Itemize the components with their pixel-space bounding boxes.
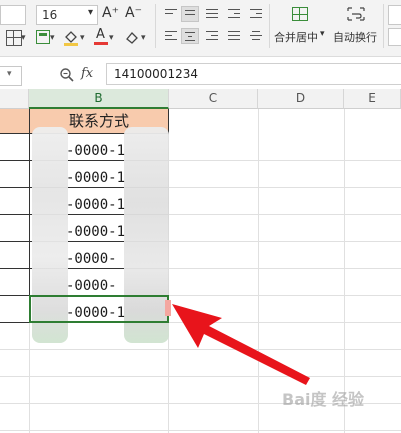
- grid-line: [0, 430, 401, 431]
- number-format-dropdown[interactable]: [388, 5, 401, 25]
- name-box[interactable]: ▾: [0, 66, 22, 86]
- contact-cell[interactable]: -0000-: [66, 251, 117, 267]
- selected-cell[interactable]: [29, 295, 169, 323]
- chevron-down-icon: ▾: [320, 29, 325, 39]
- font-size-dropdown[interactable]: 16 ▾: [36, 5, 98, 25]
- watermark: Bai度 经验: [282, 390, 365, 409]
- decrease-font-size-icon[interactable]: A⁻: [125, 5, 142, 21]
- ribbon-separator: [383, 4, 384, 48]
- formula-value: 14100001234: [114, 67, 198, 81]
- merge-cells-icon: [292, 7, 308, 21]
- chevron-down-icon[interactable]: ▾: [141, 30, 146, 46]
- distributed-icon[interactable]: [247, 28, 265, 44]
- chevron-down-icon: ▾: [87, 7, 93, 18]
- font-size-value: 16: [42, 8, 58, 22]
- increase-font-size-icon[interactable]: A⁺: [102, 5, 119, 21]
- align-top-icon[interactable]: [162, 6, 180, 22]
- justify-icon[interactable]: [225, 28, 243, 44]
- borders-icon[interactable]: [6, 30, 22, 46]
- align-bottom-icon[interactable]: [203, 6, 221, 22]
- chevron-down-icon[interactable]: ▾: [80, 30, 85, 46]
- column-header-c[interactable]: C: [169, 89, 258, 109]
- zoom-icon[interactable]: [59, 67, 75, 83]
- column-header-a[interactable]: [0, 89, 29, 109]
- contact-cell[interactable]: -0000-: [66, 278, 117, 294]
- table-border: [29, 109, 30, 323]
- contact-cell[interactable]: -0000-1: [66, 224, 125, 240]
- align-center-icon[interactable]: [181, 28, 199, 44]
- fx-label[interactable]: fx: [81, 66, 93, 81]
- font-name-dropdown[interactable]: [0, 5, 26, 25]
- outdent-icon[interactable]: [247, 6, 265, 22]
- column-header-d[interactable]: D: [258, 89, 344, 109]
- align-middle-icon[interactable]: [181, 6, 199, 22]
- fill-color-icon[interactable]: [63, 28, 79, 46]
- wrap-text-icon: [347, 7, 365, 21]
- column-header-b[interactable]: B: [29, 89, 169, 109]
- grid-line: [344, 109, 345, 433]
- merge-center-label: 合并居中: [274, 31, 318, 44]
- wrap-text-button[interactable]: 自动换行: [333, 5, 381, 45]
- table-border: [0, 322, 29, 323]
- cell-a-header[interactable]: [0, 109, 29, 134]
- indent-icon[interactable]: [225, 6, 243, 22]
- merge-center-button[interactable]: 合并居中 ▾: [274, 5, 330, 45]
- grid-line: [29, 323, 30, 433]
- column-header-e[interactable]: E: [344, 89, 401, 109]
- eraser-icon[interactable]: [124, 29, 140, 45]
- contact-cell[interactable]: -0000-1: [66, 170, 125, 186]
- chevron-down-icon[interactable]: ▾: [21, 30, 26, 46]
- ribbon-separator: [155, 4, 156, 48]
- align-left-icon[interactable]: [162, 28, 180, 44]
- cell-style-icon[interactable]: [36, 30, 50, 44]
- ribbon-separator: [269, 4, 270, 48]
- currency-format-button[interactable]: [388, 28, 401, 46]
- chevron-down-icon[interactable]: ▾: [109, 30, 114, 46]
- contact-cell[interactable]: -0000-1: [66, 197, 125, 213]
- chevron-down-icon[interactable]: ▾: [50, 30, 55, 46]
- font-color-icon[interactable]: A: [94, 27, 108, 45]
- formula-input[interactable]: 14100001234: [106, 63, 401, 85]
- contact-cell[interactable]: -0000-1: [66, 143, 125, 159]
- wrap-text-label: 自动换行: [333, 31, 377, 44]
- red-arrow-annotation: [172, 304, 310, 385]
- align-right-icon[interactable]: [203, 28, 221, 44]
